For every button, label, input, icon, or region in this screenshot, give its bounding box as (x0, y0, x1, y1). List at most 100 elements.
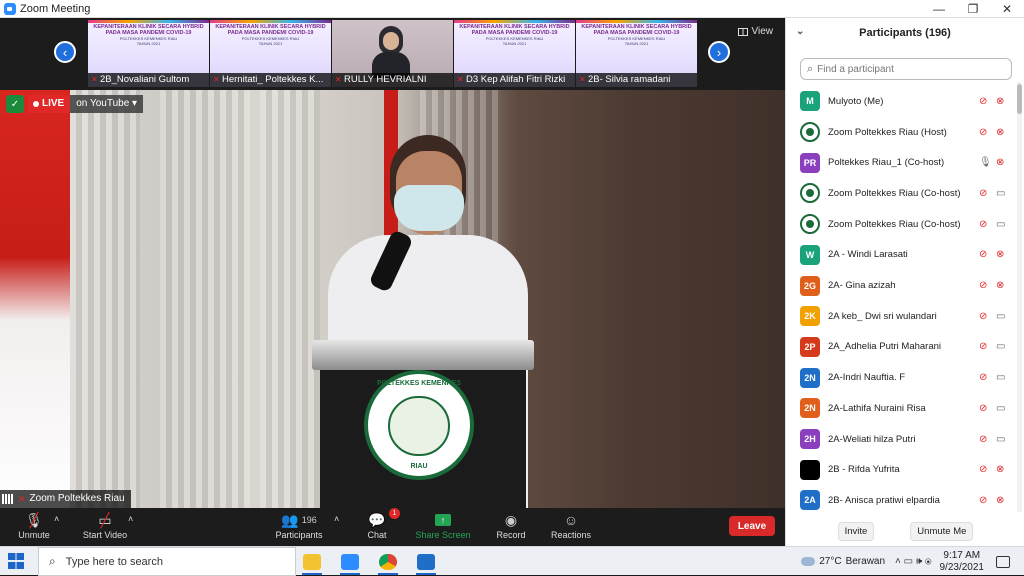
record-button[interactable]: ◉ Record (492, 510, 530, 541)
chat-badge: 1 (389, 508, 400, 519)
video-off-icon[interactable]: ⊗ (996, 495, 1004, 506)
minimize-button[interactable]: — (922, 0, 956, 18)
video-off-icon[interactable]: ⊗ (996, 280, 1004, 291)
mic-muted-icon: ✕ (18, 494, 26, 504)
zoom-icon[interactable] (336, 550, 364, 575)
participants-button[interactable]: 👥 196 Participants (272, 510, 326, 541)
participants-options-chevron-icon[interactable]: ˄ (334, 514, 339, 524)
participant-row[interactable]: 2A 2B- Anisca pratiwi elpardia ⊘ ⊗ (786, 485, 1018, 512)
chat-button[interactable]: 💬 1 Chat (360, 508, 400, 540)
participant-avatar: PR (800, 152, 820, 173)
mic-muted-icon[interactable]: ⊘ (979, 434, 987, 445)
start-video-button[interactable]: ▭ ╱ Start Video (78, 510, 132, 541)
participant-name: 2A_Adhelia Putri Maharani (828, 341, 942, 353)
leave-button[interactable]: Leave (729, 516, 775, 536)
notification-icon[interactable] (996, 555, 1010, 568)
video-off-icon[interactable]: ⊗ (996, 464, 1004, 475)
participant-avatar: 2P (800, 336, 820, 357)
video-camera-icon[interactable]: ▭ (996, 188, 1005, 199)
participant-row[interactable]: 2H 2A-Weliati hilza Putri ⊘ ▭ (786, 424, 1018, 455)
unmute-me-button[interactable]: Unmute Me (910, 521, 974, 541)
participant-name: 2A - Windi Larasati (828, 249, 908, 261)
participant-row[interactable]: 2N 2A-Lathifa Nuraini Risa ⊘ ▭ (786, 393, 1018, 424)
windows-start-icon[interactable] (8, 553, 24, 569)
mic-muted-icon[interactable]: ⊘ (979, 372, 987, 383)
video-camera-icon[interactable]: ▭ (996, 372, 1005, 383)
video-thumbnail[interactable]: ✕ RULLY HEVRIALNI (332, 20, 453, 87)
participant-row[interactable]: Zoom Poltekkes Riau (Co-host) ⊘ ▭ (786, 209, 1018, 240)
close-button[interactable]: ✕ (990, 0, 1024, 18)
taskbar-search-input[interactable]: ⌕ Type here to search (38, 547, 296, 576)
video-camera-icon[interactable]: ▭ (996, 341, 1005, 352)
participant-row[interactable]: 2P 2A_Adhelia Putri Maharani ⊘ ▭ (786, 332, 1018, 363)
video-off-icon[interactable]: ⊗ (996, 96, 1004, 107)
participant-avatar: M (800, 91, 820, 112)
mic-muted-icon[interactable]: ⊘ (979, 464, 987, 475)
participant-row[interactable]: 2K 2A keb_ Dwi sri wulandari ⊘ ▭ (786, 301, 1018, 332)
view-button[interactable]: View (737, 26, 773, 37)
thumbnails-prev-button[interactable]: ‹ (54, 41, 76, 63)
file-explorer-icon[interactable] (298, 550, 326, 575)
collapse-chevron-icon[interactable]: ⌄ (796, 26, 804, 37)
maximize-button[interactable]: ❐ (956, 0, 990, 18)
participant-list-scrollbar[interactable] (1017, 82, 1022, 512)
unmute-button[interactable]: 🎙 ╱ Unmute (14, 510, 54, 541)
mic-muted-icon[interactable]: ⊘ (979, 96, 987, 107)
audio-options-chevron-icon[interactable]: ˄ (54, 514, 59, 524)
video-camera-icon[interactable]: ▭ (996, 219, 1005, 230)
participant-name: 2A-Lathifa Nuraini Risa (828, 402, 926, 414)
participant-list: M Mulyoto (Me) ⊘ ⊗ Zoom Poltekkes Riau (Host… (786, 86, 1018, 512)
live-platform[interactable]: on YouTube ▾ (70, 95, 144, 113)
windows-taskbar: ⌕ Type here to search 27°C Berawan ˄ ▭ 🕪… (0, 546, 1024, 576)
video-camera-icon[interactable]: ▭ (996, 434, 1005, 445)
participant-search-input[interactable]: ⌕ Find a participant (800, 58, 1012, 80)
live-stream-badge[interactable]: ✓ LIVE on YouTube ▾ (6, 95, 144, 113)
mic-on-icon[interactable]: 🎙 (979, 157, 992, 168)
photos-icon[interactable] (412, 550, 440, 575)
video-off-icon[interactable]: ⊗ (996, 249, 1004, 260)
video-thumbnail[interactable]: KEPANITERAAN KLINIK SECARA HYBRID PADA M… (454, 20, 575, 87)
chrome-icon[interactable] (374, 550, 402, 575)
mic-muted-icon[interactable]: ⊘ (979, 127, 987, 138)
thumbnail-name: ✕ 2B- Silvia ramadani (576, 73, 697, 87)
invite-button[interactable]: Invite (837, 521, 875, 541)
mic-muted-icon[interactable]: ⊘ (979, 188, 987, 199)
mic-muted-icon[interactable]: ⊘ (979, 219, 987, 230)
video-camera-icon[interactable]: ▭ (996, 403, 1005, 414)
participant-name: Zoom Poltekkes Riau (Host) (828, 126, 947, 138)
banner-text: KEPANITERAAN KLINIK SECARA HYBRID PADA M… (93, 24, 204, 46)
share-screen-button[interactable]: ↑ Share Screen (414, 510, 472, 540)
video-off-icon[interactable]: ⊗ (996, 127, 1004, 138)
mic-muted-icon[interactable]: ⊘ (979, 495, 987, 506)
participant-row[interactable]: M Mulyoto (Me) ⊘ ⊗ (786, 86, 1018, 117)
participant-row[interactable]: Zoom Poltekkes Riau (Co-host) ⊘ ▭ (786, 178, 1018, 209)
live-label: LIVE (28, 95, 71, 113)
window-title: Zoom Meeting (20, 2, 91, 15)
video-thumbnail[interactable]: KEPANITERAAN KLINIK SECARA HYBRID PADA M… (576, 20, 697, 87)
participant-row[interactable]: PR Poltekkes Riau_1 (Co-host) 🎙 ⊗ (786, 147, 1018, 178)
video-off-icon[interactable]: ⊗ (996, 157, 1004, 168)
banner-stripe (210, 20, 331, 23)
window-titlebar: Zoom Meeting — ❐ ✕ (0, 0, 1024, 18)
participant-row[interactable]: Zoom Poltekkes Riau (Host) ⊘ ⊗ (786, 117, 1018, 148)
video-camera-icon[interactable]: ▭ (996, 311, 1005, 322)
mic-muted-icon[interactable]: ⊘ (979, 311, 987, 322)
mic-muted-icon[interactable]: ⊘ (979, 403, 987, 414)
weather-widget[interactable]: 27°C Berawan (801, 556, 885, 567)
panel-title: Participants (196) (859, 27, 951, 39)
mic-muted-icon[interactable]: ⊘ (979, 341, 987, 352)
thumbnails-next-button[interactable]: › (708, 41, 730, 63)
video-thumbnail[interactable]: KEPANITERAAN KLINIK SECARA HYBRID PADA M… (210, 20, 331, 87)
clock[interactable]: 9:17 AM 9/23/2021 (940, 550, 985, 574)
mic-muted-icon[interactable]: ⊘ (979, 249, 987, 260)
participant-row[interactable]: 2G 2A- Gina azizah ⊘ ⊗ (786, 270, 1018, 301)
participant-row[interactable]: 2N 2A-Indri Nauftia. F ⊘ ▭ (786, 362, 1018, 393)
video-options-chevron-icon[interactable]: ˄ (128, 514, 133, 524)
video-thumbnail[interactable]: KEPANITERAAN KLINIK SECARA HYBRID PADA M… (88, 20, 209, 87)
reactions-button[interactable]: ☺ Reactions (548, 510, 594, 540)
participant-row[interactable]: 2B - Rifda Yufrita ⊘ ⊗ (786, 454, 1018, 485)
banner-text: KEPANITERAAN KLINIK SECARA HYBRID PADA M… (215, 24, 326, 46)
participant-row[interactable]: W 2A - Windi Larasati ⊘ ⊗ (786, 240, 1018, 271)
tray-icons[interactable]: ˄ ▭ 🕪 ⦿ (895, 556, 931, 567)
mic-muted-icon[interactable]: ⊘ (979, 280, 987, 291)
